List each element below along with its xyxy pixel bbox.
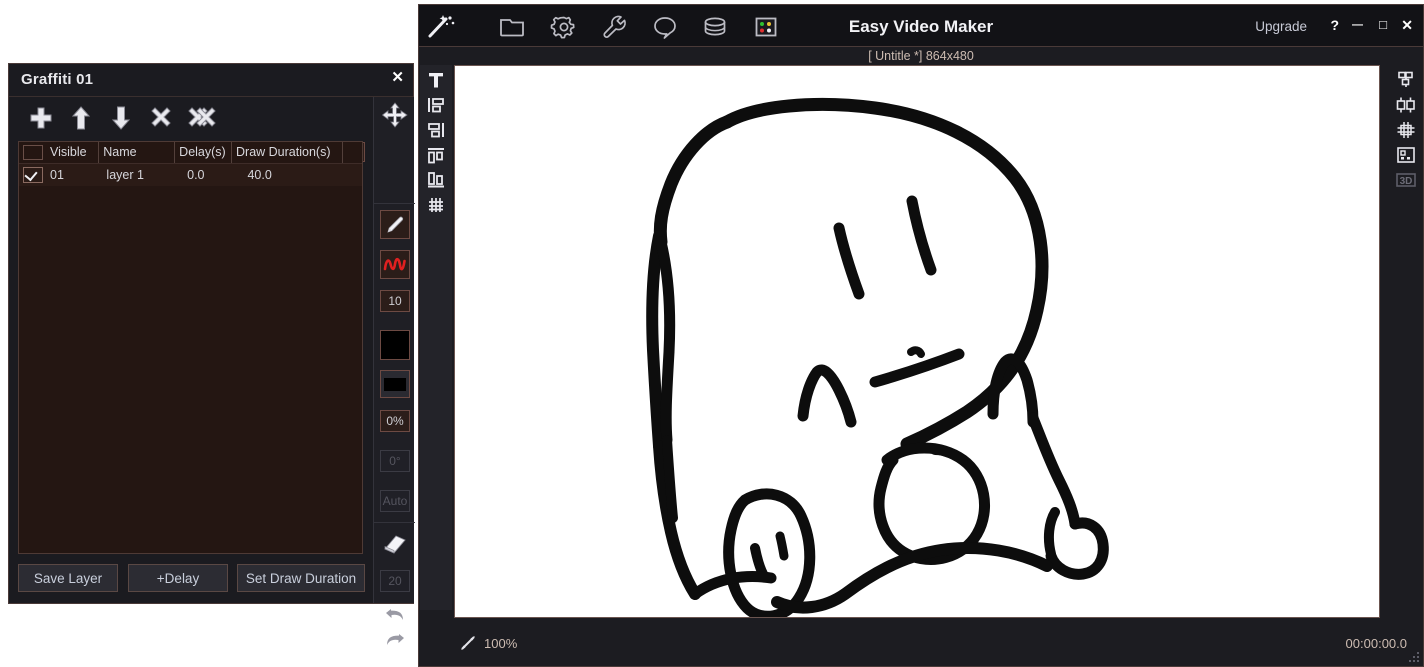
set-draw-duration-button[interactable]: Set Draw Duration (237, 564, 365, 592)
minimize-icon[interactable]: — (1352, 17, 1363, 33)
select-all-checkbox[interactable] (23, 145, 43, 160)
fill-color-swatch[interactable] (380, 330, 410, 360)
status-bar: 100% 00:00:00.0 (454, 618, 1415, 662)
close-icon[interactable]: ✕ (391, 69, 404, 87)
cell-delay: 0.0 (187, 168, 205, 182)
layers-table: Visible Name Delay(s) Draw Duration(s) 0… (18, 141, 363, 554)
3d-icon[interactable]: 3D (1393, 169, 1419, 191)
layout-split-icon[interactable] (1393, 94, 1419, 116)
layout-grid-icon[interactable] (1393, 69, 1419, 91)
document-title: [ Untitle *] 864x480 (868, 49, 974, 63)
speech-bubble-icon[interactable] (650, 13, 684, 41)
plus-icon[interactable] (27, 104, 57, 132)
layers-table-header: Visible Name Delay(s) Draw Duration(s) (19, 142, 362, 164)
column-header-delay: Delay(s) (175, 142, 233, 163)
cell-draw-duration: 40.0 (247, 168, 272, 182)
graffiti-tool-column: 10 0% 0° Auto 20 (373, 97, 415, 645)
drawing-canvas[interactable] (454, 65, 1380, 618)
cell-index: 01 (50, 168, 64, 182)
hand-drawn-creature-doodle (646, 97, 1109, 617)
color-palette-icon[interactable] (751, 13, 785, 41)
brush-size-field[interactable]: 10 (380, 290, 410, 312)
align-left-icon[interactable] (424, 94, 448, 116)
column-header-name: Name (99, 142, 176, 163)
layout-merge-icon[interactable] (1393, 119, 1419, 141)
redo-icon[interactable] (380, 627, 410, 651)
row-visible-checkbox[interactable] (23, 167, 43, 183)
text-tool-icon[interactable] (424, 69, 448, 91)
align-right-icon[interactable] (424, 119, 448, 141)
arrow-down-icon[interactable] (107, 104, 137, 132)
help-icon[interactable]: ? (1330, 17, 1339, 33)
wrench-icon[interactable] (600, 13, 634, 41)
maximize-icon[interactable]: □ (1379, 17, 1387, 33)
column-header-extra (343, 142, 362, 163)
cross-icon[interactable] (147, 104, 177, 132)
graffiti-panel-titlebar: Graffiti 01 ✕ (9, 64, 413, 97)
column-header-visible: Visible (46, 142, 100, 163)
pencil-icon[interactable] (380, 210, 410, 239)
rotation-field[interactable]: 0° (380, 450, 410, 472)
database-icon[interactable] (700, 13, 734, 41)
undo-icon[interactable] (380, 602, 410, 626)
table-row[interactable]: 01 layer 1 0.0 40.0 (19, 164, 362, 186)
svg-text:3D: 3D (1400, 176, 1413, 187)
eraser-icon[interactable] (380, 530, 410, 558)
main-titlebar: Easy Video Maker Upgrade ? — □ ✕ (419, 5, 1423, 47)
left-toolbar (420, 65, 452, 610)
graffiti-toolbar (9, 97, 413, 162)
timecode: 00:00:00.0 (1345, 636, 1407, 651)
graffiti-panel-title: Graffiti 01 (21, 71, 94, 88)
gear-icon[interactable] (549, 13, 583, 41)
close-icon[interactable]: ✕ (1401, 17, 1413, 33)
grid-icon[interactable] (424, 194, 448, 216)
cell-name: layer 1 (106, 168, 144, 182)
resize-grip[interactable] (1409, 652, 1419, 662)
app-root: Graffiti 01 ✕ Graffiti 01 Visible Name D… (0, 0, 1424, 667)
auto-field[interactable]: Auto (380, 490, 410, 512)
arrow-up-icon[interactable] (67, 104, 97, 132)
add-delay-button[interactable]: +Delay (128, 564, 228, 592)
layout-preview-icon[interactable] (1393, 144, 1419, 166)
align-top-icon[interactable] (424, 144, 448, 166)
folder-icon[interactable] (497, 13, 531, 41)
upgrade-link[interactable]: Upgrade (1255, 19, 1307, 34)
graffiti-panel: Graffiti 01 ✕ Graffiti 01 Visible Name D… (8, 63, 415, 645)
eraser-size-field[interactable]: 20 (380, 570, 410, 592)
squiggle-icon[interactable] (380, 250, 410, 279)
save-layer-button[interactable]: Save Layer (18, 564, 118, 592)
column-header-draw-duration: Draw Duration(s) (232, 142, 344, 163)
zoom-level[interactable]: 100% (484, 636, 517, 651)
main-window: Easy Video Maker Upgrade ? — □ ✕ [ Untit… (418, 4, 1424, 667)
move-arrows-icon[interactable] (380, 101, 410, 129)
graffiti-action-buttons: Save Layer +Delay Set Draw Duration (18, 564, 368, 594)
align-bottom-icon[interactable] (424, 169, 448, 191)
double-cross-icon[interactable] (187, 104, 217, 132)
right-toolbar: 3D (1390, 65, 1422, 610)
line-color-swatch[interactable] (380, 370, 410, 398)
opacity-field[interactable]: 0% (380, 410, 410, 432)
fit-to-screen-icon[interactable] (460, 635, 476, 654)
magic-wand-icon[interactable] (427, 13, 459, 41)
